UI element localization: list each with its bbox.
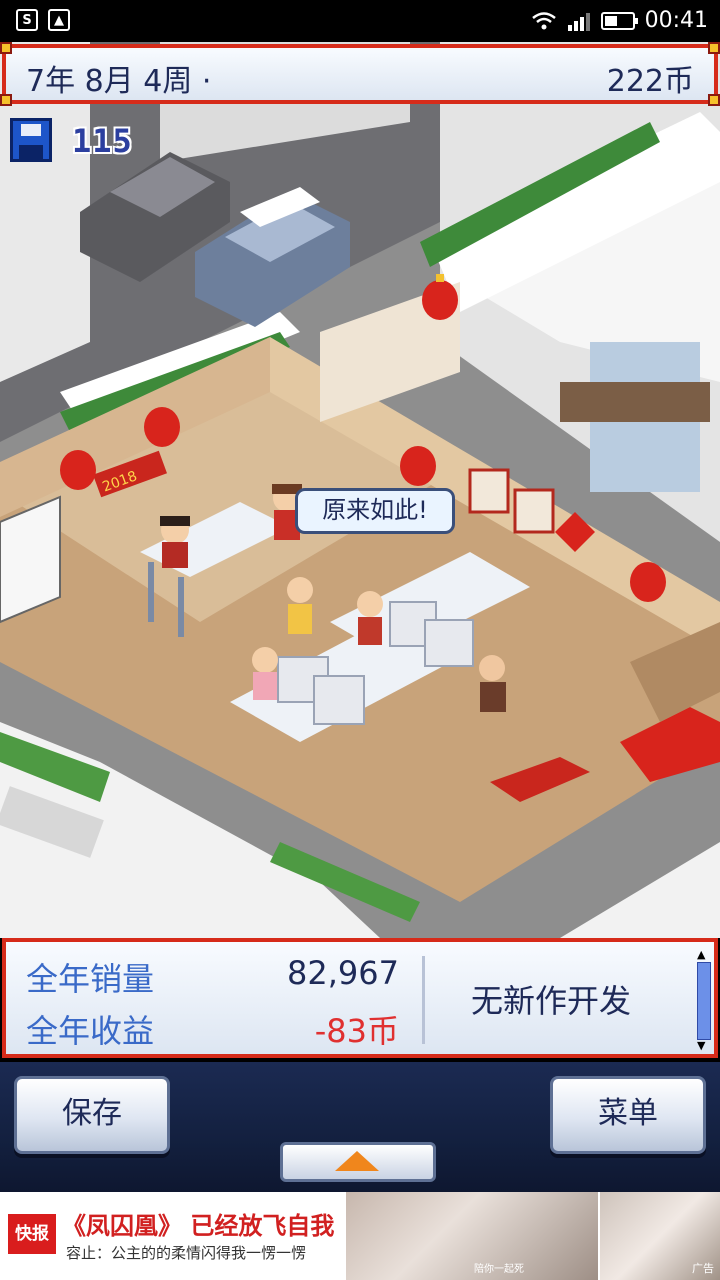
corner-ornament [0,94,12,106]
scroll-thumb[interactable] [697,962,711,1040]
lantern-icon [60,450,96,490]
save-count: 115 [72,122,133,160]
arrow-up-icon [335,1151,379,1171]
gallery-icon: ▲ [48,9,70,31]
save-counter[interactable]: 115 [10,118,160,164]
control-bar: 保存 菜单 [0,1062,720,1192]
corner-ornament [708,42,720,54]
lantern-icon [144,407,180,447]
date-money-bar: 7年 8月 4周 · 222币 [0,42,720,106]
staff-character[interactable] [479,655,506,712]
status-bar: S ▲ 00:41 [0,0,720,42]
speech-bubble: 原来如此! [295,488,455,534]
corner-ornament [0,42,12,54]
ad-image[interactable] [346,1192,598,1280]
corner-ornament [708,94,720,106]
lantern-icon [400,446,436,486]
ad-logo: 快报 [8,1214,56,1254]
s-app-icon: S [16,9,38,31]
game-date: 7年 8月 4周 · [26,64,212,99]
save-button[interactable]: 保存 [14,1076,170,1154]
staff-character[interactable] [357,591,383,645]
battery-icon [600,11,638,30]
annual-profit-value: -83币 [314,1012,399,1050]
annual-sales-label: 全年销量 [26,960,155,998]
annual-sales-value: 82,967 [287,954,399,992]
divider [422,956,425,1044]
scroll-up-icon[interactable]: ▲ [697,948,705,961]
ad-headline[interactable]: 《凤囚凰》 已经放飞自我 [62,1206,334,1241]
development-status: 无新作开发 [470,982,631,1020]
staff-character[interactable] [252,647,278,700]
lantern-icon [630,562,666,602]
ad-subline[interactable]: 容止：公主的的柔情闪得我一愣一愣 [66,1242,306,1263]
staff-character[interactable] [160,516,190,568]
menu-button[interactable]: 菜单 [550,1076,706,1154]
signal-icon [567,12,590,31]
scroll-down-icon[interactable]: ▼ [697,1039,705,1052]
ad-banner[interactable]: 快报 《凤囚凰》 已经放飞自我 容止：公主的的柔情闪得我一愣一愣 陪你一起死 广… [0,1192,720,1280]
expand-up-button[interactable] [280,1142,436,1182]
wifi-icon [531,11,556,29]
ad-tag: 广告 [692,1262,714,1275]
ad-caption: 陪你一起死 [474,1264,524,1275]
floppy-disk-icon [10,118,52,162]
annual-profit-label: 全年收益 [26,1012,155,1050]
staff-character[interactable] [287,577,313,634]
money-display: 222币 [606,64,694,99]
stats-scrollbar[interactable]: ▲ ▼ [694,948,712,1052]
stats-panel: 全年销量 82,967 全年收益 -83币 无新作开发 ▲ ▼ [2,938,718,1058]
clock: 00:41 [644,8,708,33]
